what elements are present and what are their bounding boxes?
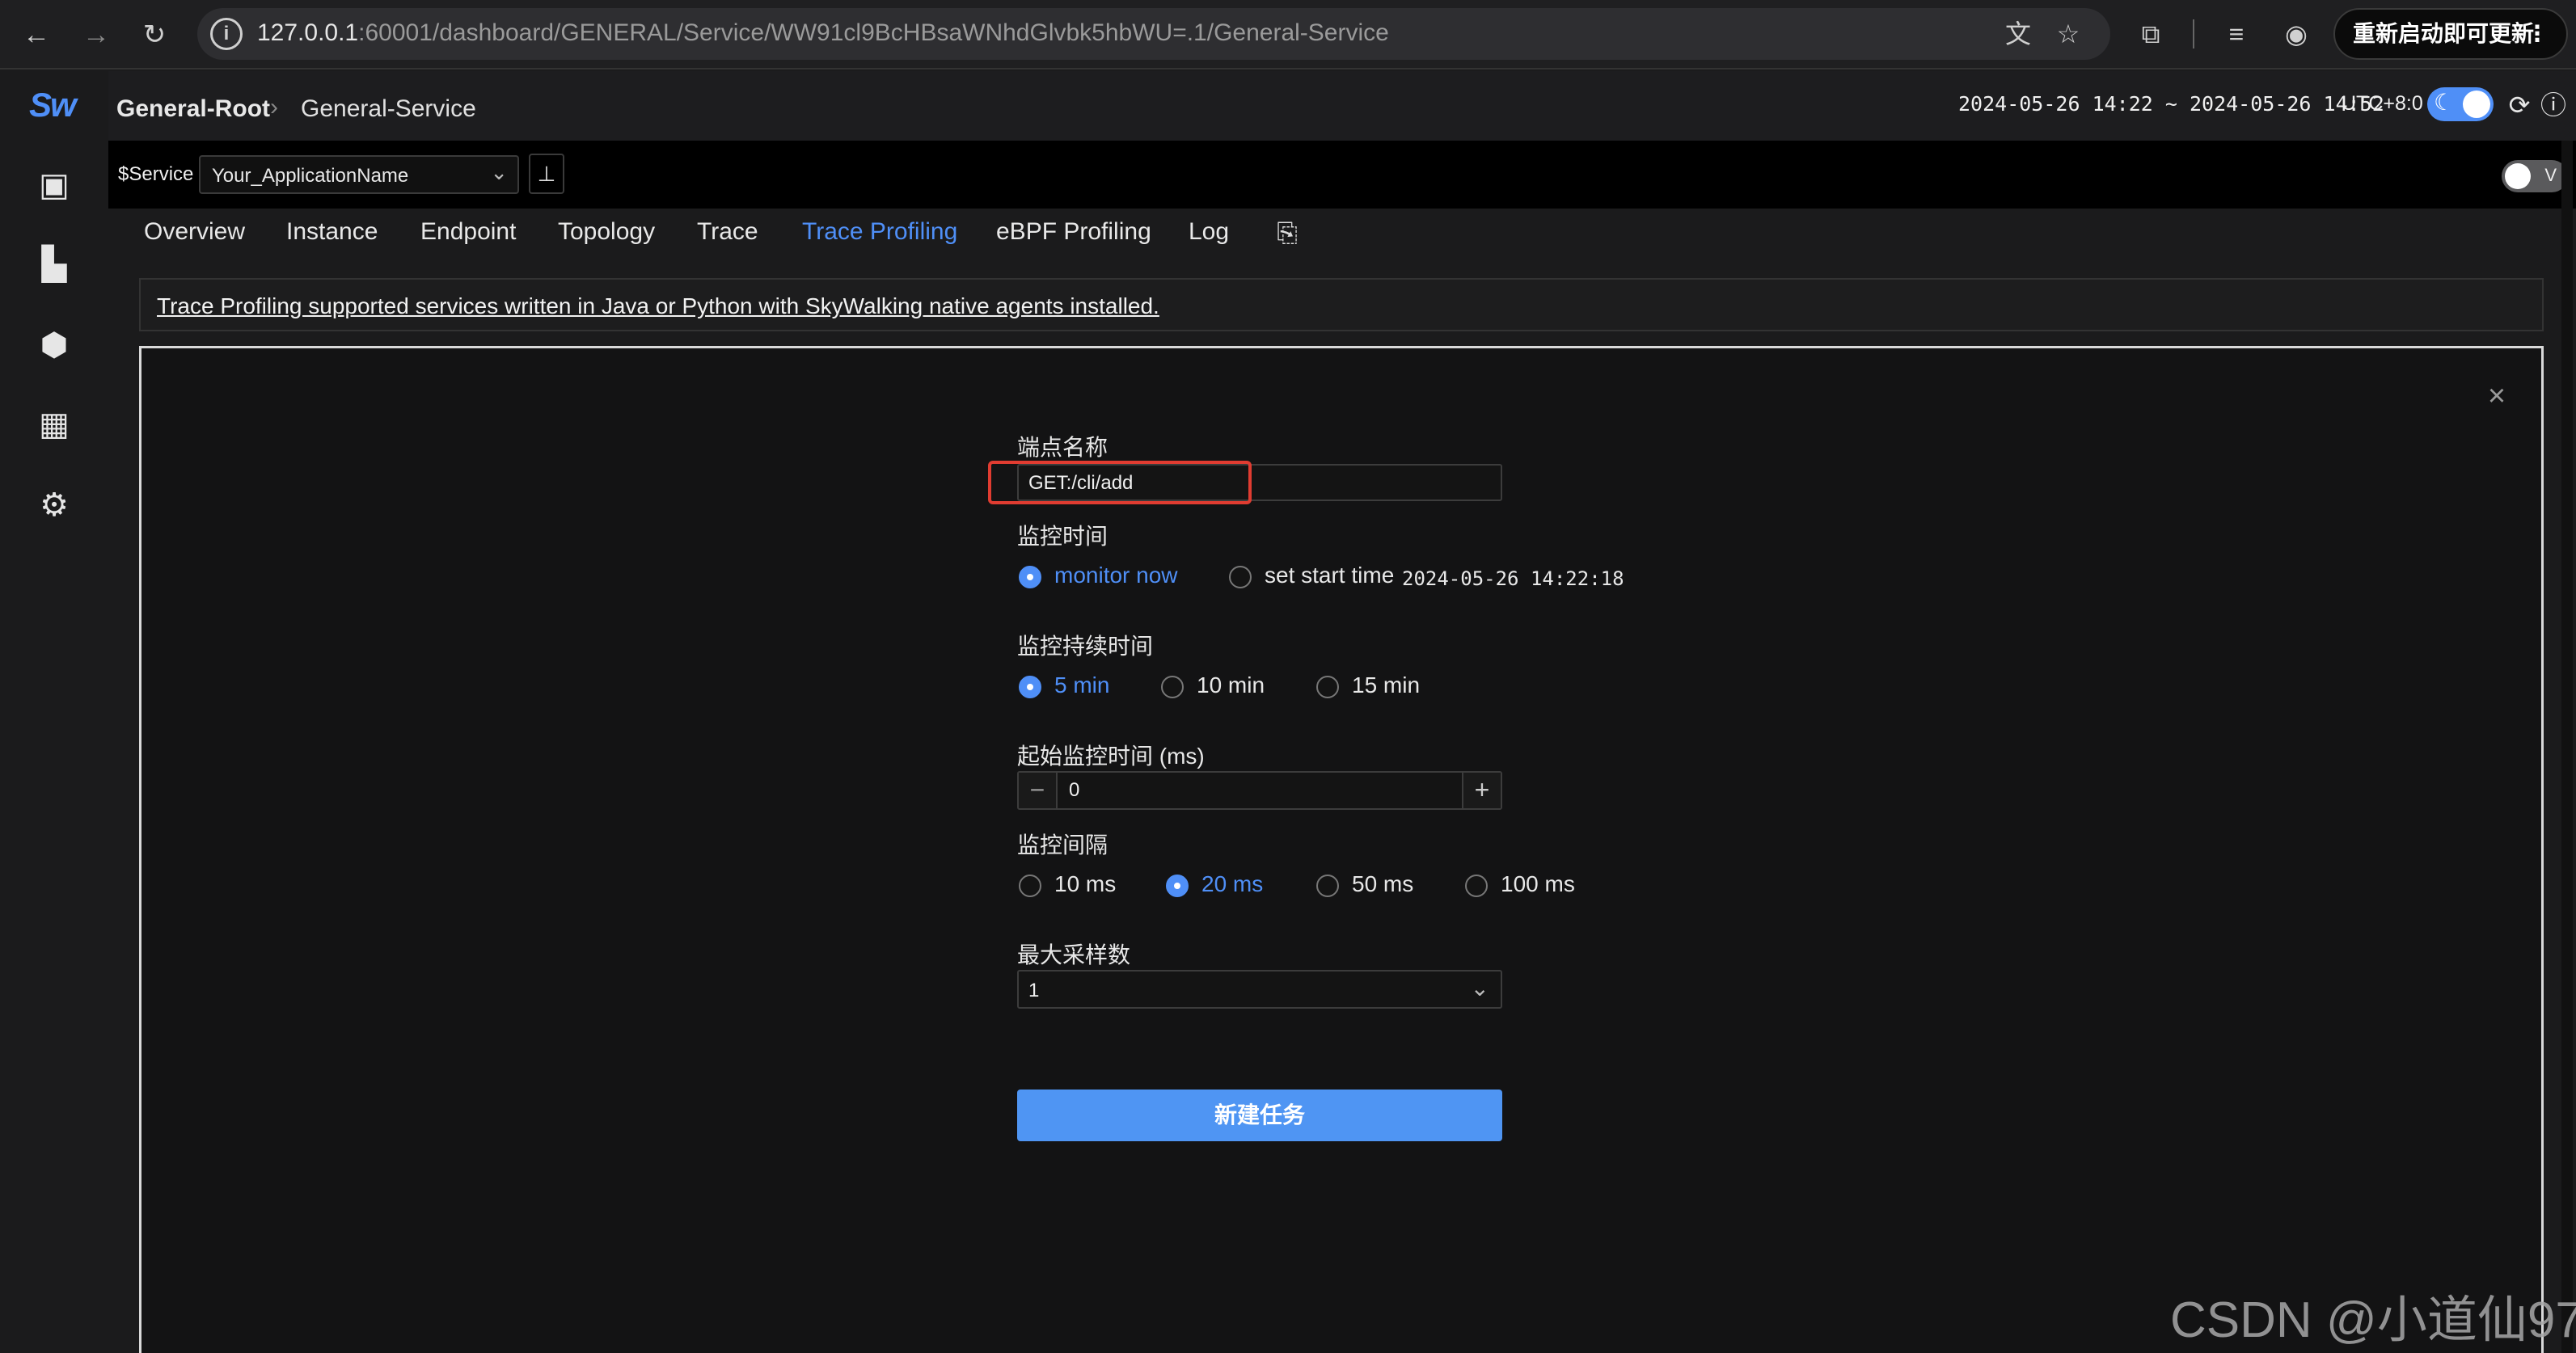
min-threshold-stepper[interactable]: − 0 + — [1017, 771, 1502, 810]
dashboard-grid-icon[interactable]: ▣ — [34, 165, 74, 205]
add-widget-icon[interactable]: ▦ — [34, 404, 74, 445]
monitor-duration-label: 监控持续时间 — [1017, 634, 1154, 659]
translate-icon[interactable]: 文 — [2002, 18, 2034, 50]
forward-arrow-icon[interactable]: → — [78, 16, 115, 53]
start-time-value[interactable]: 2024-05-26 14:22:18 — [1402, 567, 1624, 590]
radio-label: 20 ms — [1201, 871, 1264, 896]
url-host: 127.0.0.1 — [257, 19, 359, 46]
settings-gear-icon[interactable]: ⚙ — [34, 485, 74, 525]
radio-label: set start time — [1265, 563, 1395, 588]
radio-dot — [1316, 676, 1339, 698]
app-sidebar: Sw ▣ ▙ ⬢ ▦ ⚙ — [0, 71, 108, 1353]
info-icon[interactable]: ⓘ — [2536, 87, 2571, 123]
timezone-label: UTC+8:0 — [2342, 92, 2423, 115]
min-threshold-label: 起始监控时间 (ms) — [1017, 744, 1205, 769]
browser-toolbar: ← → ↻ i 127.0.0.1:60001/dashboard/GENERA… — [0, 0, 2576, 70]
alert-shield-icon[interactable]: ⬢ — [34, 325, 74, 365]
breadcrumb-current: General-Service — [301, 95, 476, 122]
site-info-icon[interactable]: i — [210, 18, 243, 50]
decrement-button[interactable]: − — [1019, 773, 1058, 808]
tab-log[interactable]: Log — [1189, 218, 1229, 246]
kebab-menu-icon[interactable]: ⋮ — [2526, 10, 2549, 58]
radio-label: 15 min — [1352, 672, 1421, 698]
tab-overview[interactable]: Overview — [144, 218, 245, 246]
radio-label: 50 ms — [1352, 871, 1414, 896]
radio-label: monitor now — [1054, 563, 1178, 588]
view-mode-label: V — [2544, 165, 2557, 185]
radio-dot — [1019, 676, 1041, 698]
support-notice-link[interactable]: Trace Profiling supported services writt… — [157, 293, 1159, 319]
service-select[interactable]: Your_ApplicationName ⌄ — [199, 155, 519, 194]
radio-dot — [1229, 566, 1252, 588]
dashboard-tabs: Overview Instance Endpoint Topology Trac… — [125, 209, 2558, 260]
radio-dot — [1161, 676, 1184, 698]
radio-dot — [1019, 875, 1041, 897]
skywalking-logo[interactable]: Sw — [29, 86, 77, 124]
relaunch-update-label: 重新启动即可更新 — [2353, 21, 2535, 46]
refresh-icon[interactable]: ⟳ — [2502, 87, 2537, 123]
increment-button[interactable]: + — [1462, 773, 1501, 808]
scrollbar[interactable] — [2561, 141, 2573, 1353]
close-icon[interactable]: × — [2481, 380, 2513, 412]
chevron-down-icon: ⌄ — [1470, 976, 1489, 1001]
watermark-text: CSDN @小道仙97 — [2170, 1292, 2576, 1348]
radio-dot — [1465, 875, 1488, 897]
view-mode-toggle[interactable]: V — [2502, 160, 2568, 192]
tab-trace[interactable]: Trace — [697, 218, 758, 246]
radio-dot — [1316, 875, 1339, 897]
radio-label: 10 ms — [1054, 871, 1117, 896]
app-header: General-Root › General-Service 2024-05-2… — [108, 71, 2576, 141]
max-sampling-select[interactable]: 1 ⌄ — [1017, 970, 1502, 1009]
radio-label: 10 min — [1197, 672, 1265, 698]
max-sampling-label: 最大采样数 — [1017, 942, 1131, 967]
breadcrumb-separator: › — [270, 94, 278, 120]
max-sampling-value: 1 — [1028, 980, 1040, 1001]
hierarchy-icon[interactable]: ⊥ — [529, 154, 564, 194]
endpoint-name-label: 端点名称 — [1017, 435, 1109, 460]
extensions-icon[interactable]: ⧉ — [2133, 16, 2168, 52]
profile-icon[interactable]: ◉ — [2278, 16, 2314, 52]
tab-instance[interactable]: Instance — [286, 218, 378, 246]
toolbar-divider — [2193, 19, 2194, 48]
dump-period-label: 监控间隔 — [1017, 832, 1109, 858]
tab-ebpf-profiling[interactable]: eBPF Profiling — [996, 218, 1151, 246]
radio-dot — [1019, 566, 1041, 588]
reload-icon[interactable]: ↻ — [136, 16, 173, 53]
time-range-picker[interactable]: 2024-05-26 14:22 ~ 2024-05-26 14:52 — [1958, 92, 2384, 116]
radio-label: 100 ms — [1501, 871, 1575, 896]
copy-icon[interactable]: ⎘ — [1271, 217, 1303, 249]
min-threshold-value[interactable]: 0 — [1069, 779, 1079, 802]
radio-dot — [1166, 875, 1189, 897]
monitor-time-label: 监控时间 — [1017, 524, 1109, 549]
relaunch-update-button[interactable]: 重新启动即可更新 ⋮ — [2333, 8, 2568, 60]
service-select-value: Your_ApplicationName — [212, 165, 409, 187]
breadcrumb-root[interactable]: General-Root — [116, 95, 270, 123]
dark-mode-toggle[interactable]: ☾ — [2427, 87, 2494, 121]
radio-label: 5 min — [1054, 672, 1110, 698]
toggle-knob — [2463, 91, 2490, 118]
moon-icon: ☾ — [2434, 90, 2455, 115]
url-text[interactable]: 127.0.0.1:60001/dashboard/GENERAL/Servic… — [257, 19, 1389, 47]
service-selector-bar: $Service Your_ApplicationName ⌄ ⊥ V — [108, 141, 2576, 209]
toggle-knob — [2505, 163, 2531, 189]
chevron-down-icon: ⌄ — [490, 160, 508, 184]
address-bar[interactable]: i 127.0.0.1:60001/dashboard/GENERAL/Serv… — [197, 8, 2110, 60]
tab-endpoint[interactable]: Endpoint — [420, 218, 516, 246]
create-task-button[interactable]: 新建任务 — [1017, 1090, 1502, 1141]
tab-trace-profiling[interactable]: Trace Profiling — [802, 218, 957, 246]
tab-topology[interactable]: Topology — [558, 218, 655, 246]
url-path: :60001/dashboard/GENERAL/Service/WW91cl9… — [358, 19, 1389, 46]
back-arrow-icon[interactable]: ← — [18, 16, 55, 53]
support-notice: Trace Profiling supported services writt… — [139, 278, 2544, 331]
annotation-highlight — [988, 461, 1252, 504]
chart-icon[interactable]: ▙ — [34, 244, 74, 285]
service-label: $Service — [118, 163, 194, 185]
star-icon[interactable]: ☆ — [2052, 18, 2084, 50]
media-queue-icon[interactable]: ≡ — [2219, 16, 2254, 52]
